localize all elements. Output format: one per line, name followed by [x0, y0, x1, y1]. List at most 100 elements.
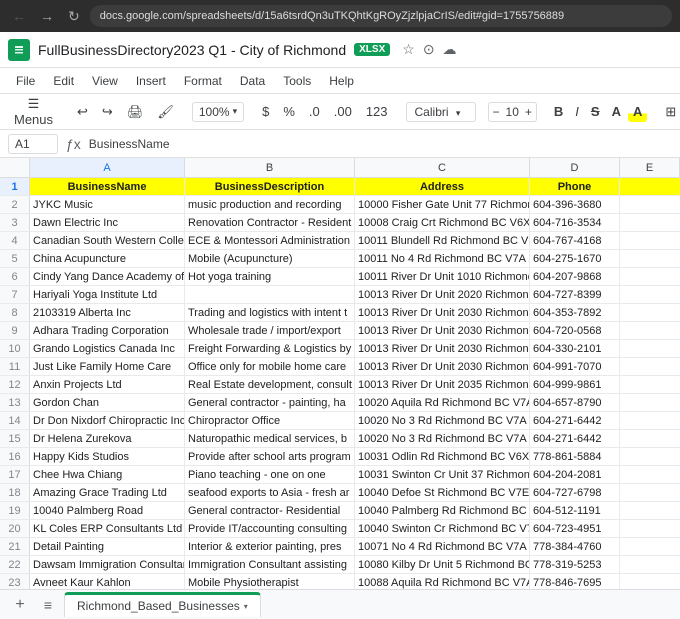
menu-format[interactable]: Format: [176, 72, 230, 90]
cell-c-14[interactable]: 10031 Odlin Rd Richmond BC V6X 3T8: [355, 448, 530, 465]
cell-d-18[interactable]: 604-723-4951: [530, 520, 620, 537]
cell-b-7[interactable]: Wholesale trade / import/export: [185, 322, 355, 339]
print-btn[interactable]: 🖨: [121, 100, 150, 124]
cell-d-12[interactable]: 604-271-6442: [530, 412, 620, 429]
header-cell-a[interactable]: BusinessName: [30, 178, 185, 195]
cell-a-16[interactable]: Amazing Grace Trading Ltd: [30, 484, 185, 501]
cell-b-16[interactable]: seafood exports to Asia - fresh ar: [185, 484, 355, 501]
redo-btn[interactable]: ↪: [96, 100, 119, 124]
cell-b-4[interactable]: Hot yoga training: [185, 268, 355, 285]
font-increase-btn[interactable]: +: [525, 105, 532, 119]
cell-b-1[interactable]: Renovation Contractor - Resident: [185, 214, 355, 231]
cell-d-3[interactable]: 604-275-1670: [530, 250, 620, 267]
cell-c-3[interactable]: 10011 No 4 Rd Richmond BC V7A 2Z5: [355, 250, 530, 267]
cell-b-20[interactable]: Immigration Consultant assisting: [185, 556, 355, 573]
cell-b-15[interactable]: Piano teaching - one on one: [185, 466, 355, 483]
bold-btn[interactable]: B: [549, 101, 568, 122]
percent-btn[interactable]: %: [277, 100, 301, 123]
cell-d-10[interactable]: 604-999-9861: [530, 376, 620, 393]
cell-d-19[interactable]: 778-384-4760: [530, 538, 620, 555]
cell-c-12[interactable]: 10020 No 3 Rd Richmond BC V7A 1W4: [355, 412, 530, 429]
strikethrough-btn[interactable]: S: [586, 101, 605, 122]
sheet-tab-richmond[interactable]: Richmond_Based_Businesses ▾: [64, 592, 261, 617]
header-cell-c[interactable]: Address: [355, 178, 530, 195]
cell-c-1[interactable]: 10008 Craig Crt Richmond BC V6X 3J8: [355, 214, 530, 231]
cell-a-4[interactable]: Cindy Yang Dance Academy of Canada: [30, 268, 185, 285]
cell-b-13[interactable]: Naturopathic medical services, b: [185, 430, 355, 447]
menu-file[interactable]: File: [8, 72, 43, 90]
cell-c-0[interactable]: 10000 Fisher Gate Unit 77 Richmond BC V6…: [355, 196, 530, 213]
forward-btn[interactable]: →: [36, 6, 58, 26]
menu-help[interactable]: Help: [321, 72, 362, 90]
text-color-btn[interactable]: A: [607, 101, 626, 122]
cell-d-4[interactable]: 604-207-9868: [530, 268, 620, 285]
menus-btn[interactable]: ☰ Menus: [8, 92, 59, 131]
cell-d-5[interactable]: 604-727-8399: [530, 286, 620, 303]
cell-a-19[interactable]: Detail Painting: [30, 538, 185, 555]
cell-a-6[interactable]: 2103319 Alberta Inc: [30, 304, 185, 321]
cell-d-15[interactable]: 604-204-2081: [530, 466, 620, 483]
header-cell-d[interactable]: Phone: [530, 178, 620, 195]
highlight-btn[interactable]: A: [628, 101, 647, 122]
cell-b-9[interactable]: Office only for mobile home care: [185, 358, 355, 375]
cell-c-11[interactable]: 10020 Aquila Rd Richmond BC V7A 3R3: [355, 394, 530, 411]
cell-a-11[interactable]: Gordon Chan: [30, 394, 185, 411]
cell-a-18[interactable]: KL Coles ERP Consultants Ltd: [30, 520, 185, 537]
cell-c-4[interactable]: 10011 River Dr Unit 1010 Richmond BC V6X…: [355, 268, 530, 285]
cell-b-17[interactable]: General contractor- Residential: [185, 502, 355, 519]
cell-d-1[interactable]: 604-716-3534: [530, 214, 620, 231]
paint-format-btn[interactable]: 🖌: [151, 100, 180, 124]
cell-b-2[interactable]: ECE & Montessori Administration: [185, 232, 355, 249]
cell-a-5[interactable]: Hariyali Yoga Institute Ltd: [30, 286, 185, 303]
cell-b-8[interactable]: Freight Forwarding & Logistics by: [185, 340, 355, 357]
cell-b-0[interactable]: music production and recording: [185, 196, 355, 213]
cell-d-9[interactable]: 604-991-7070: [530, 358, 620, 375]
reload-btn[interactable]: ↻: [64, 6, 84, 27]
cell-a-15[interactable]: Chee Hwa Chiang: [30, 466, 185, 483]
cell-c-7[interactable]: 10013 River Dr Unit 2030 Richmond BC V6X…: [355, 322, 530, 339]
cell-a-14[interactable]: Happy Kids Studios: [30, 448, 185, 465]
cell-b-6[interactable]: Trading and logistics with intent t: [185, 304, 355, 321]
cell-b-18[interactable]: Provide IT/accounting consulting: [185, 520, 355, 537]
zoom-control[interactable]: 100% ▾: [192, 102, 244, 122]
cell-c-20[interactable]: 10080 Kilby Dr Unit 5 Richmond BC V6X 3W…: [355, 556, 530, 573]
cell-c-5[interactable]: 10013 River Dr Unit 2020 Richmond BC V6X…: [355, 286, 530, 303]
star-icon[interactable]: ☆: [402, 41, 415, 58]
cell-a-10[interactable]: Anxin Projects Ltd: [30, 376, 185, 393]
cell-b-14[interactable]: Provide after school arts program: [185, 448, 355, 465]
cell-c-9[interactable]: 10013 River Dr Unit 2030 Richmond BC V6X…: [355, 358, 530, 375]
undo-btn[interactable]: ↩: [71, 100, 94, 124]
cell-c-18[interactable]: 10040 Swinton Cr Richmond BC V7A 3T1: [355, 520, 530, 537]
back-btn[interactable]: ←: [8, 6, 30, 26]
cell-d-7[interactable]: 604-720-0568: [530, 322, 620, 339]
cell-d-20[interactable]: 778-319-5253: [530, 556, 620, 573]
decimal-increase-btn[interactable]: .00: [328, 100, 358, 123]
currency-btn[interactable]: $: [256, 100, 275, 123]
cell-d-8[interactable]: 604-330-2101: [530, 340, 620, 357]
cell-d-21[interactable]: 778-846-7695: [530, 574, 620, 589]
cell-a-17[interactable]: 10040 Palmberg Road: [30, 502, 185, 519]
cell-d-11[interactable]: 604-657-8790: [530, 394, 620, 411]
cell-c-10[interactable]: 10013 River Dr Unit 2035 Richmond BC V6X…: [355, 376, 530, 393]
cell-c-16[interactable]: 10040 Defoe St Richmond BC V7E 4G3: [355, 484, 530, 501]
header-cell-b[interactable]: BusinessDescription: [185, 178, 355, 195]
cell-reference[interactable]: A1: [8, 134, 58, 154]
cell-a-1[interactable]: Dawn Electric Inc: [30, 214, 185, 231]
cell-b-12[interactable]: Chiropractor Office: [185, 412, 355, 429]
cell-c-6[interactable]: 10013 River Dr Unit 2030 Richmond BC V6X…: [355, 304, 530, 321]
decimal-decrease-btn[interactable]: .0: [303, 100, 326, 123]
cell-d-6[interactable]: 604-353-7892: [530, 304, 620, 321]
cell-c-2[interactable]: 10011 Blundell Rd Richmond BC V6Y 1K9: [355, 232, 530, 249]
cell-b-19[interactable]: Interior & exterior painting, pres: [185, 538, 355, 555]
cell-d-13[interactable]: 604-271-6442: [530, 430, 620, 447]
col-header-a[interactable]: A: [30, 158, 185, 177]
add-sheet-btn[interactable]: +: [8, 593, 32, 617]
cell-a-0[interactable]: JYKC Music: [30, 196, 185, 213]
col-header-b[interactable]: B: [185, 158, 355, 177]
cloud-icon[interactable]: ☁: [443, 41, 457, 58]
cell-c-21[interactable]: 10088 Aquila Rd Richmond BC V7A 3R3: [355, 574, 530, 589]
cell-c-17[interactable]: 10040 Palmberg Rd Richmond BC V6W 1C6: [355, 502, 530, 519]
cell-a-21[interactable]: Avneet Kaur Kahlon: [30, 574, 185, 589]
cell-d-17[interactable]: 604-512-1191: [530, 502, 620, 519]
location-icon[interactable]: ⊙: [423, 41, 435, 58]
